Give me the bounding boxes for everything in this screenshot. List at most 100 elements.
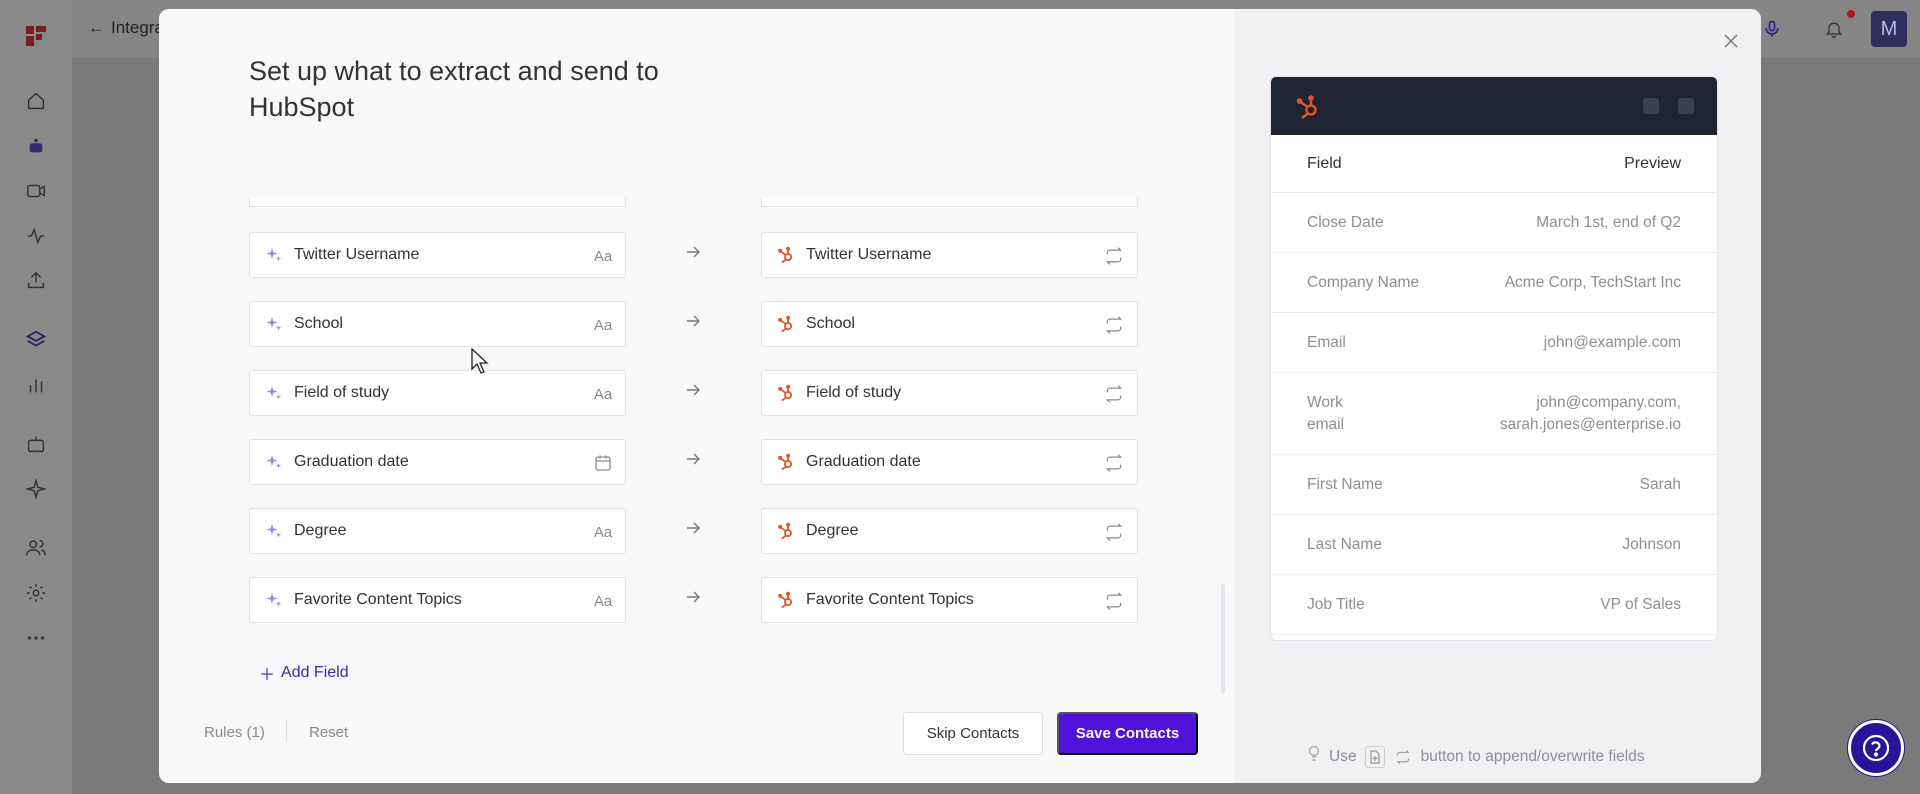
arrow-right-icon <box>683 587 703 607</box>
hubspot-field-label: School <box>806 315 855 332</box>
source-field[interactable]: Twitter Username Aa <box>249 232 626 278</box>
hubspot-field[interactable]: Graduation date <box>761 439 1138 485</box>
robot-icon[interactable] <box>24 432 48 456</box>
video-icon[interactable] <box>24 179 48 203</box>
bulb-icon <box>1307 745 1321 768</box>
close-icon[interactable] <box>1719 29 1743 53</box>
source-field-label: Degree <box>294 522 347 539</box>
preview-field-value: Acme Corp, TechStart Inc <box>1504 273 1681 291</box>
preview-field-value: March 1st, end of Q2 <box>1536 213 1681 231</box>
text-type-icon[interactable]: Aa <box>591 590 615 612</box>
ai-sparkle-icon <box>264 590 284 610</box>
ai-sparkle-icon <box>264 452 284 472</box>
settings-icon[interactable] <box>24 581 48 605</box>
avatar[interactable]: M <box>1871 11 1907 47</box>
hubspot-field-label: Degree <box>806 522 859 539</box>
preview-row: Last Name Johnson <box>1271 515 1717 575</box>
text-type-icon[interactable]: Aa <box>591 521 615 543</box>
ai-sparkle-icon <box>264 314 284 334</box>
preview-field-name: Close Date <box>1307 213 1384 231</box>
overwrite-toggle-icon[interactable] <box>1101 590 1127 612</box>
bar-chart-icon[interactable] <box>24 373 48 397</box>
hubspot-field[interactable]: Field of study <box>761 370 1138 416</box>
source-field[interactable]: Graduation date <box>249 439 626 485</box>
skip-contacts-button[interactable]: Skip Contacts <box>903 712 1043 755</box>
source-field-label: Favorite Content Topics <box>294 591 462 608</box>
arrow-right-icon <box>683 242 703 262</box>
source-field[interactable]: Field of study Aa <box>249 370 626 416</box>
hubspot-icon <box>776 245 796 265</box>
users-icon[interactable] <box>24 536 48 560</box>
home-icon[interactable] <box>24 89 48 113</box>
hubspot-icon <box>776 590 796 610</box>
ai-sparkle-icon <box>264 383 284 403</box>
upload-icon[interactable] <box>24 268 48 292</box>
add-field-button[interactable]: ＋ Add Field <box>259 661 349 685</box>
field-stub <box>249 197 626 207</box>
overwrite-toggle-icon[interactable] <box>1101 383 1127 405</box>
hubspot-icon <box>776 452 796 472</box>
overwrite-toggle-icon[interactable] <box>1101 452 1127 474</box>
bell-icon[interactable] <box>1821 16 1847 42</box>
hubspot-field[interactable]: Twitter Username <box>761 232 1138 278</box>
bot-icon[interactable] <box>24 134 48 158</box>
preview-row: Email john@example.com <box>1271 313 1717 373</box>
overwrite-repeat-icon <box>1393 746 1413 768</box>
overwrite-toggle-icon[interactable] <box>1101 245 1127 267</box>
preview-row: Close Date March 1st, end of Q2 <box>1271 193 1717 253</box>
preview-column-header: Preview <box>1624 154 1681 172</box>
field-column-header: Field <box>1307 154 1342 172</box>
sparkle-icon[interactable] <box>24 477 48 501</box>
reset-link[interactable]: Reset <box>309 724 348 741</box>
source-field[interactable]: Degree Aa <box>249 508 626 554</box>
source-field[interactable]: School Aa <box>249 301 626 347</box>
text-type-icon[interactable]: Aa <box>591 383 615 405</box>
rules-link[interactable]: Rules (1) <box>204 724 265 741</box>
hubspot-field[interactable]: School <box>761 301 1138 347</box>
plus-icon: ＋ <box>259 667 276 684</box>
modal-title: Set up what to extract and send to HubSp… <box>249 56 659 122</box>
source-field[interactable]: Favorite Content Topics Aa <box>249 577 626 623</box>
preview-field-name: Email <box>1307 333 1346 351</box>
scrollbar[interactable] <box>1221 584 1225 694</box>
field-stub <box>761 197 1138 207</box>
preview-card-header <box>1271 77 1717 135</box>
text-type-icon[interactable]: Aa <box>591 245 615 267</box>
source-field-label: Field of study <box>294 384 390 401</box>
preview-row: Company Name Acme Corp, TechStart Inc <box>1271 253 1717 313</box>
preview-row: First Name Sarah <box>1271 455 1717 515</box>
overwrite-toggle-icon[interactable] <box>1101 314 1127 336</box>
back-link[interactable]: ← Integra <box>88 18 164 38</box>
window-button <box>1678 98 1694 114</box>
layers-icon[interactable] <box>24 328 48 352</box>
more-icon[interactable] <box>24 626 48 650</box>
preview-field-value: VP of Sales <box>1600 595 1681 613</box>
question-icon <box>1862 734 1890 762</box>
text-type-glyph: Aa <box>593 247 613 265</box>
append-overwrite-hint: Use button to append/overwrite fields <box>1307 745 1645 768</box>
hubspot-field[interactable]: Favorite Content Topics <box>761 577 1138 623</box>
source-field-label: School <box>294 315 343 332</box>
calendar-icon[interactable] <box>591 452 615 474</box>
ai-sparkle-icon <box>264 245 284 265</box>
source-field-label: Twitter Username <box>294 246 420 263</box>
microphone-icon[interactable] <box>1759 16 1785 42</box>
activity-icon[interactable] <box>24 224 48 248</box>
preview-field-name: Work email <box>1307 393 1345 433</box>
preview-field-value: john@example.com <box>1543 333 1681 351</box>
preview-field-name: First Name <box>1307 475 1383 493</box>
arrow-right-icon <box>683 311 703 331</box>
overwrite-toggle-icon[interactable] <box>1101 521 1127 543</box>
text-type-icon[interactable]: Aa <box>591 314 615 336</box>
text-type-glyph: Aa <box>593 523 613 541</box>
text-type-glyph: Aa <box>593 316 613 334</box>
help-button[interactable] <box>1848 720 1904 776</box>
hubspot-field[interactable]: Degree <box>761 508 1138 554</box>
hubspot-field-label: Field of study <box>806 384 902 401</box>
append-file-icon <box>1364 745 1385 768</box>
preview-field-name: Last Name <box>1307 535 1382 553</box>
arrow-left-icon: ← <box>88 18 105 37</box>
arrow-right-icon <box>683 380 703 400</box>
preview-field-value: Johnson <box>1622 535 1681 553</box>
save-contacts-button[interactable]: Save Contacts <box>1057 712 1198 755</box>
